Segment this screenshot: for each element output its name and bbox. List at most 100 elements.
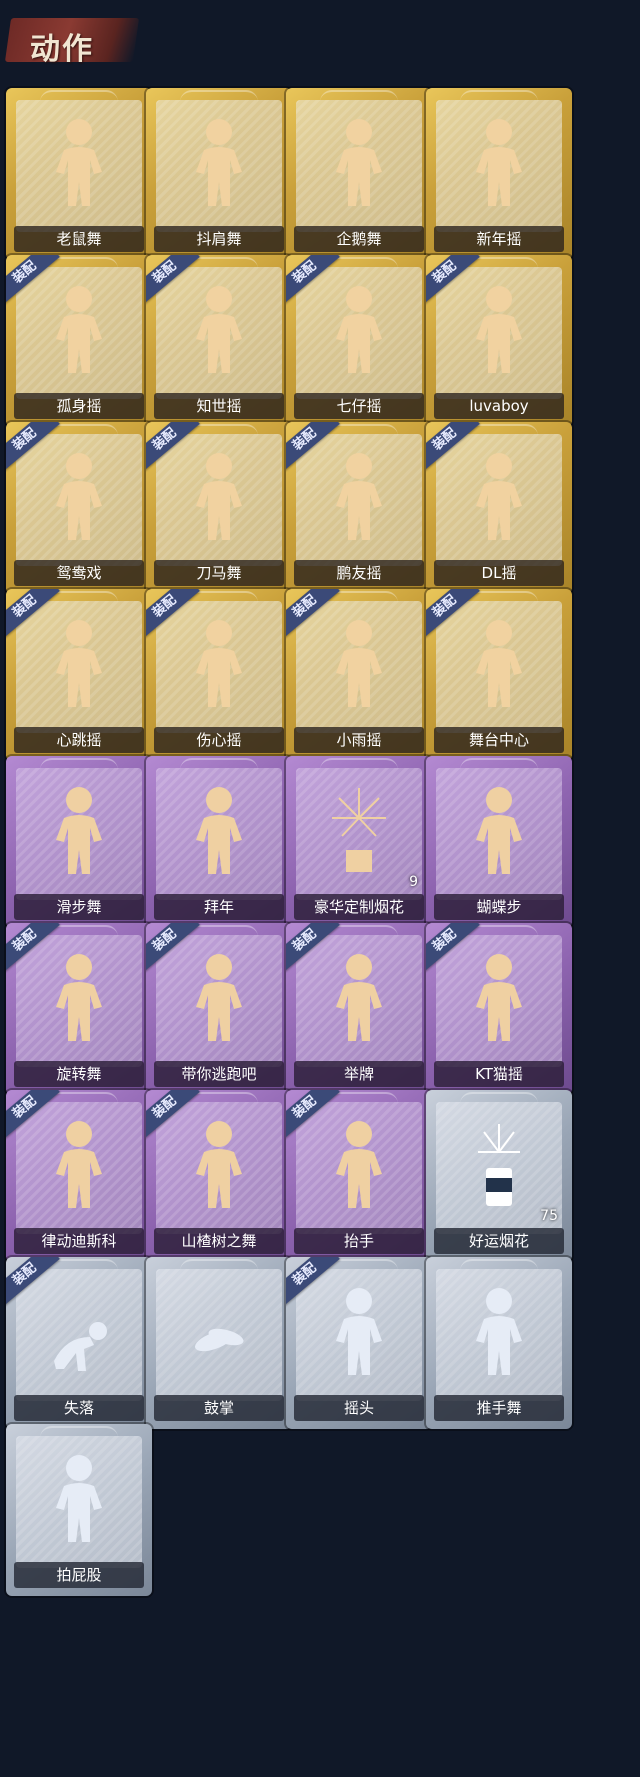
item-count: 75	[540, 1208, 558, 1224]
emote-card[interactable]: 装配 刀马舞	[146, 422, 292, 594]
emote-card[interactable]: 装配 七仔摇	[286, 255, 432, 427]
emote-card[interactable]: 滑步舞	[6, 756, 152, 928]
dance-figure-icon	[44, 611, 114, 721]
emote-name: 鼓掌	[154, 1395, 284, 1421]
emote-card[interactable]: 装配 心跳摇	[6, 589, 152, 761]
emote-name: 孤身摇	[14, 393, 144, 419]
emote-name: 失落	[14, 1395, 144, 1421]
raise-hand-figure-icon	[324, 1112, 394, 1222]
emote-name: 旋转舞	[14, 1061, 144, 1087]
emote-card[interactable]: 老鼠舞	[6, 88, 152, 260]
emote-card[interactable]: 装配 鸳鸯戏	[6, 422, 152, 594]
emote-card[interactable]: 推手舞	[426, 1257, 572, 1429]
dance-figure-icon	[184, 277, 254, 387]
dance-figure-icon	[44, 444, 114, 554]
emote-name: 刀马舞	[154, 560, 284, 586]
dance-figure-icon	[464, 778, 534, 888]
emote-name: 拍屁股	[14, 1562, 144, 1588]
emote-card[interactable]: 装配 伤心摇	[146, 589, 292, 761]
heart-hands-figure-icon	[184, 611, 254, 721]
dance-figure-icon	[324, 444, 394, 554]
emote-name: 抬手	[294, 1228, 424, 1254]
crawling-figure-icon	[44, 1279, 114, 1389]
emote-card[interactable]: 装配 带你逃跑吧	[146, 923, 292, 1095]
fireworks-box-icon	[324, 778, 394, 888]
emote-name: 新年摇	[434, 226, 564, 252]
dance-figure-icon	[324, 277, 394, 387]
emote-card[interactable]: 企鹅舞	[286, 88, 432, 260]
emote-name: luvaboy	[434, 393, 564, 419]
emote-name: 知世摇	[154, 393, 284, 419]
section-header: 动作	[4, 10, 140, 70]
dance-figure-icon	[464, 110, 534, 220]
emote-card[interactable]: 装配 旋转舞	[6, 923, 152, 1095]
dance-figure-icon	[44, 110, 114, 220]
emote-card[interactable]: 装配 luvaboy	[426, 255, 572, 427]
emote-card[interactable]: 装配 知世摇	[146, 255, 292, 427]
dance-figure-icon	[324, 1279, 394, 1389]
dance-figure-icon	[464, 444, 534, 554]
emote-card[interactable]: 装配 举牌	[286, 923, 432, 1095]
emote-card[interactable]: 装配 律动迪斯科	[6, 1090, 152, 1262]
emote-card[interactable]: 装配 孤身摇	[6, 255, 152, 427]
emote-card[interactable]: 9 豪华定制烟花	[286, 756, 432, 928]
emote-card[interactable]: 装配 KT猫摇	[426, 923, 572, 1095]
emote-card[interactable]: 装配 DL摇	[426, 422, 572, 594]
emote-name: 豪华定制烟花	[294, 894, 424, 920]
dance-figure-icon	[464, 277, 534, 387]
dance-figure-icon	[464, 1279, 534, 1389]
dance-figure-icon	[184, 444, 254, 554]
emote-card[interactable]: 蝴蝶步	[426, 756, 572, 928]
emote-card[interactable]: 75 好运烟花	[426, 1090, 572, 1262]
firework-can-icon	[464, 1112, 534, 1222]
emote-name: 伤心摇	[154, 727, 284, 753]
dance-figure-icon	[44, 277, 114, 387]
sign-holding-figure-icon	[324, 945, 394, 1055]
emote-name: 老鼠舞	[14, 226, 144, 252]
emote-name: 七仔摇	[294, 393, 424, 419]
emote-name: 心跳摇	[14, 727, 144, 753]
emote-name: 抖肩舞	[154, 226, 284, 252]
dance-figure-icon	[44, 945, 114, 1055]
emote-name: 鸳鸯戏	[14, 560, 144, 586]
emote-name: 山楂树之舞	[154, 1228, 284, 1254]
emote-name: 蝴蝶步	[434, 894, 564, 920]
dance-figure-icon	[44, 778, 114, 888]
dance-figure-icon	[324, 611, 394, 721]
dance-figure-icon	[184, 945, 254, 1055]
emote-name: 好运烟花	[434, 1228, 564, 1254]
emote-card[interactable]: 新年摇	[426, 88, 572, 260]
emote-card[interactable]: 装配 舞台中心	[426, 589, 572, 761]
emote-card[interactable]: 抖肩舞	[146, 88, 292, 260]
emote-card[interactable]: 装配 失落	[6, 1257, 152, 1429]
emote-card[interactable]: 装配 摇头	[286, 1257, 432, 1429]
emote-card[interactable]: 鼓掌	[146, 1257, 292, 1429]
emote-card[interactable]: 装配 山楂树之舞	[146, 1090, 292, 1262]
emote-name: 律动迪斯科	[14, 1228, 144, 1254]
item-count: 9	[409, 874, 418, 890]
emote-name: 推手舞	[434, 1395, 564, 1421]
emote-name: KT猫摇	[434, 1061, 564, 1087]
greeting-figure-icon	[184, 778, 254, 888]
dance-figure-icon	[464, 945, 534, 1055]
dance-figure-icon	[324, 110, 394, 220]
emote-name: 带你逃跑吧	[154, 1061, 284, 1087]
emote-card[interactable]: 装配 鹏友摇	[286, 422, 432, 594]
emote-name: DL摇	[434, 560, 564, 586]
emote-name: 举牌	[294, 1061, 424, 1087]
dance-figure-icon	[184, 1112, 254, 1222]
dance-figure-icon	[44, 1112, 114, 1222]
clapping-hands-icon	[184, 1279, 254, 1389]
dance-figure-icon	[464, 611, 534, 721]
emote-card[interactable]: 装配 抬手	[286, 1090, 432, 1262]
emote-name: 滑步舞	[14, 894, 144, 920]
dance-figure-icon	[184, 110, 254, 220]
emote-name: 拜年	[154, 894, 284, 920]
emote-name: 鹏友摇	[294, 560, 424, 586]
emote-name: 小雨摇	[294, 727, 424, 753]
emote-card[interactable]: 拜年	[146, 756, 292, 928]
emote-name: 摇头	[294, 1395, 424, 1421]
emote-name: 企鹅舞	[294, 226, 424, 252]
emote-card[interactable]: 装配 小雨摇	[286, 589, 432, 761]
emote-card[interactable]: 拍屁股	[6, 1424, 152, 1596]
